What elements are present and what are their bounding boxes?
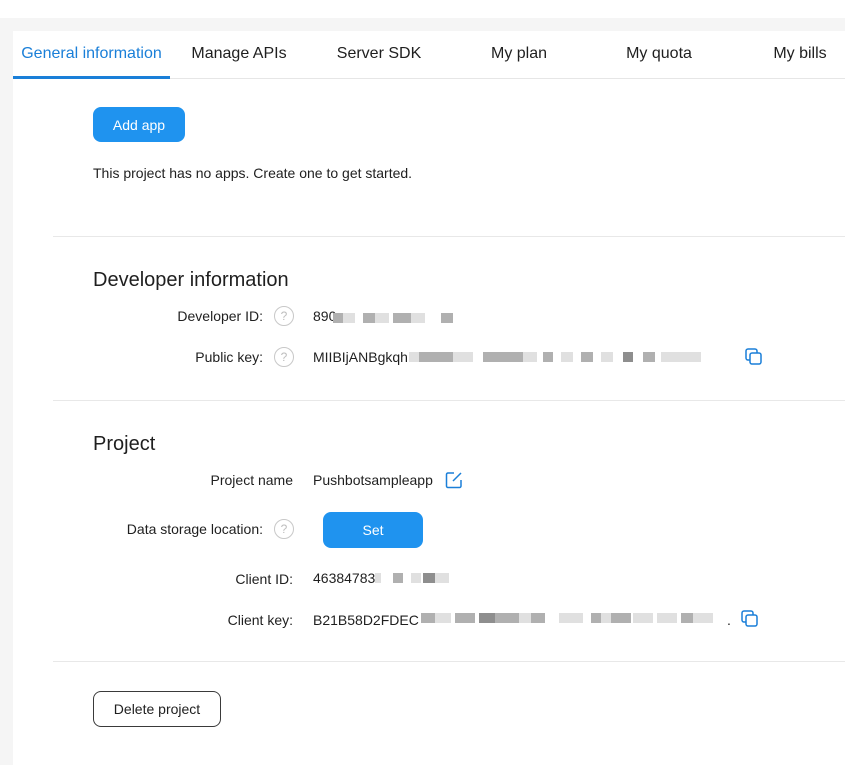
add-app-button[interactable]: Add app (93, 107, 185, 142)
project-name-label: Project name (210, 472, 293, 488)
copy-icon[interactable] (744, 347, 764, 367)
tab-general-information[interactable]: General information (13, 31, 170, 79)
developer-id-label: Developer ID: (177, 308, 263, 324)
copy-icon[interactable] (740, 609, 760, 629)
project-card: General information Manage APIs Server S… (13, 31, 845, 765)
help-icon[interactable]: ? (274, 306, 294, 326)
data-storage-location-label: Data storage location: (126, 521, 263, 537)
client-key-value: B21B58D2FDEC (313, 612, 419, 628)
divider (53, 400, 845, 401)
tab-my-quota[interactable]: My quota (613, 31, 705, 78)
tab-manage-apis[interactable]: Manage APIs (180, 31, 298, 78)
client-id-value: 46384783 (313, 570, 376, 586)
edit-icon[interactable] (444, 470, 464, 490)
tab-server-sdk[interactable]: Server SDK (323, 31, 435, 78)
client-id-label: Client ID: (235, 571, 293, 587)
divider (53, 661, 845, 662)
tab-my-plan[interactable]: My plan (479, 31, 559, 78)
client-key-label: Client key: (227, 612, 293, 628)
top-strip (0, 0, 845, 18)
project-name-value: Pushbotsampleapp (313, 472, 433, 488)
project-title: Project (93, 433, 156, 455)
public-key-label: Public key: (195, 349, 263, 365)
help-icon[interactable]: ? (274, 347, 294, 367)
divider (53, 236, 845, 237)
tab-bar: General information Manage APIs Server S… (13, 31, 845, 79)
developer-information-title: Developer information (93, 269, 289, 291)
tab-my-bills[interactable]: My bills (763, 31, 837, 78)
delete-project-button[interactable]: Delete project (93, 691, 221, 727)
no-apps-message: This project has no apps. Create one to … (93, 165, 413, 181)
public-key-value: MIIBIjANBgkqh (313, 349, 408, 365)
help-icon[interactable]: ? (274, 519, 294, 539)
client-key-trailing: . (727, 612, 731, 628)
set-storage-location-button[interactable]: Set (323, 512, 423, 548)
